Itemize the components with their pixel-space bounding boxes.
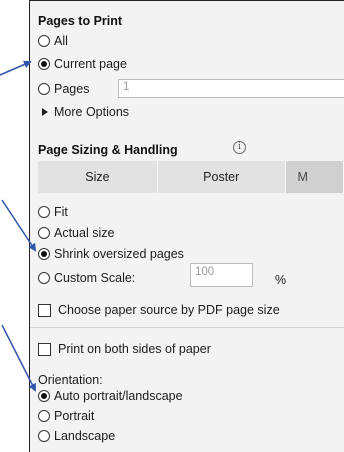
custom-scale-input[interactable]: 100 bbox=[190, 263, 253, 287]
arrow-to-current-page bbox=[0, 60, 32, 76]
print-both-sides-label: Print on both sides of paper bbox=[58, 342, 211, 356]
radio-actual-size[interactable]: Actual size bbox=[38, 226, 114, 240]
radio-fit-label: Fit bbox=[54, 205, 68, 219]
radio-current-page-label: Current page bbox=[54, 57, 127, 71]
radio-actual-size-button[interactable] bbox=[38, 227, 50, 239]
radio-pages-button[interactable] bbox=[38, 83, 50, 95]
more-options-label: More Options bbox=[54, 105, 130, 119]
radio-auto-orientation[interactable]: Auto portrait/landscape bbox=[38, 389, 183, 403]
page-sizing-section: Page Sizing & Handling i Size Poster M F… bbox=[30, 132, 344, 452]
radio-all[interactable]: All bbox=[38, 34, 68, 48]
radio-pages-label: Pages bbox=[54, 82, 90, 96]
radio-custom-scale-button[interactable] bbox=[38, 272, 50, 284]
radio-landscape-label: Landscape bbox=[54, 429, 116, 443]
radio-custom-scale[interactable]: Custom Scale: bbox=[38, 271, 135, 285]
pages-range-input[interactable]: 1 bbox=[118, 79, 344, 98]
print-settings-panel: Pages to Print All Current page Pages 1 … bbox=[29, 0, 344, 452]
print-both-sides-box[interactable] bbox=[38, 342, 51, 356]
radio-portrait-button[interactable] bbox=[38, 410, 50, 422]
radio-fit-button[interactable] bbox=[38, 206, 50, 218]
percent-sign: % bbox=[275, 273, 287, 287]
expand-triangle-icon bbox=[42, 108, 48, 116]
tab-poster[interactable]: Poster bbox=[157, 161, 286, 193]
radio-fit[interactable]: Fit bbox=[38, 205, 68, 219]
choose-paper-source-label: Choose paper source by PDF page size bbox=[58, 303, 280, 317]
radio-actual-size-label: Actual size bbox=[54, 226, 115, 240]
pages-to-print-heading: Pages to Print bbox=[38, 14, 123, 28]
pages-to-print-section: Pages to Print All Current page Pages 1 … bbox=[30, 1, 344, 133]
tab-multiple[interactable]: M bbox=[285, 161, 344, 193]
print-both-sides-checkbox[interactable]: Print on both sides of paper bbox=[38, 342, 211, 356]
radio-auto-orientation-label: Auto portrait/landscape bbox=[54, 389, 183, 403]
sizing-tabs: Size Poster M bbox=[38, 161, 344, 193]
radio-pages[interactable]: Pages bbox=[38, 82, 89, 96]
radio-current-page-button[interactable] bbox=[38, 58, 50, 70]
more-options-toggle[interactable]: More Options bbox=[38, 105, 129, 119]
radio-landscape[interactable]: Landscape bbox=[38, 429, 115, 443]
radio-all-button[interactable] bbox=[38, 35, 50, 47]
radio-all-label: All bbox=[54, 34, 68, 48]
tab-size[interactable]: Size bbox=[38, 161, 158, 193]
radio-auto-orientation-button[interactable] bbox=[38, 390, 50, 402]
radio-custom-scale-label: Custom Scale: bbox=[54, 271, 136, 285]
page-sizing-heading: Page Sizing & Handling bbox=[38, 143, 178, 157]
radio-portrait-label: Portrait bbox=[54, 409, 95, 423]
choose-paper-source-box[interactable] bbox=[38, 303, 51, 317]
radio-shrink-oversized[interactable]: Shrink oversized pages bbox=[38, 247, 184, 261]
choose-paper-source-checkbox[interactable]: Choose paper source by PDF page size bbox=[38, 303, 280, 317]
radio-landscape-button[interactable] bbox=[38, 430, 50, 442]
radio-current-page[interactable]: Current page bbox=[38, 57, 127, 71]
radio-shrink-oversized-label: Shrink oversized pages bbox=[54, 247, 184, 261]
info-icon[interactable]: i bbox=[233, 141, 246, 154]
orientation-label: Orientation: bbox=[38, 373, 103, 387]
radio-portrait[interactable]: Portrait bbox=[38, 409, 94, 423]
radio-shrink-oversized-button[interactable] bbox=[38, 248, 50, 260]
divider bbox=[30, 327, 344, 328]
